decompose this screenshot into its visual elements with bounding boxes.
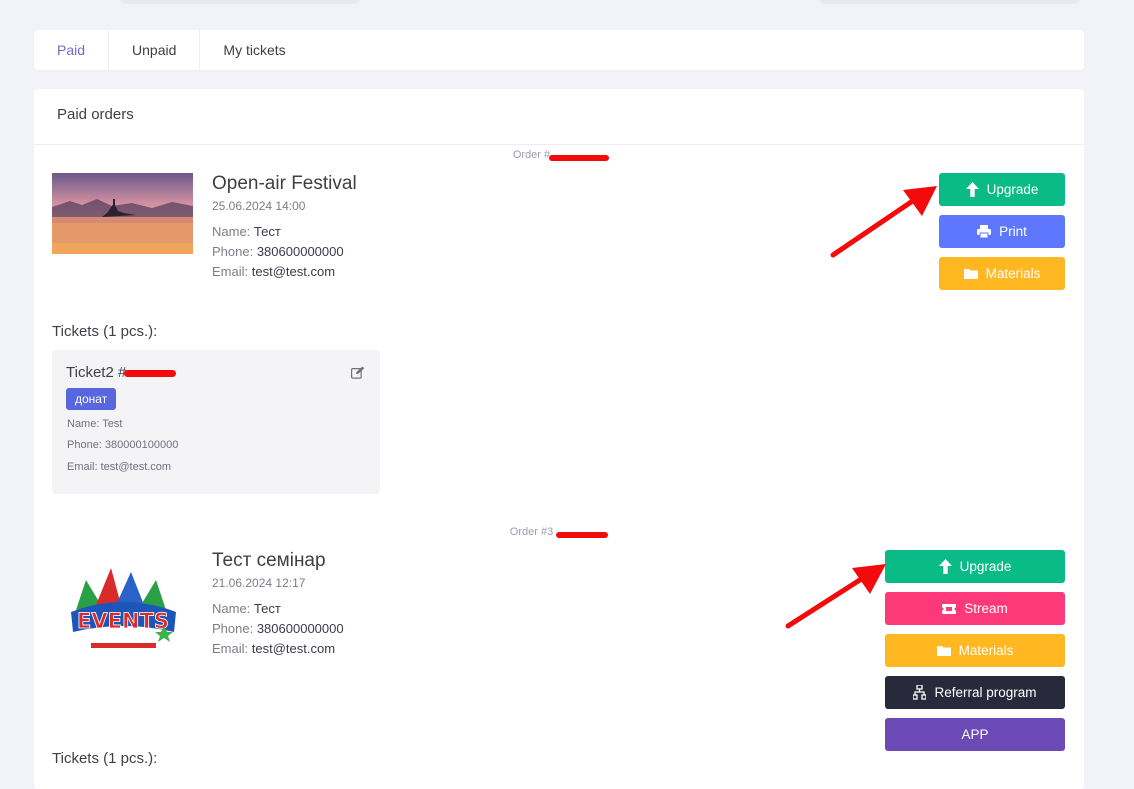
ticket-holder-email: Email: test@test.com bbox=[67, 461, 172, 473]
tickets-count-label: Tickets (1 pcs.): bbox=[52, 323, 158, 340]
upgrade-button[interactable]: Upgrade bbox=[885, 550, 1065, 583]
materials-button[interactable]: Materials bbox=[939, 257, 1065, 290]
print-button[interactable]: Print bbox=[939, 215, 1065, 248]
ticket-holder-phone: Phone: 380000100000 bbox=[67, 439, 179, 451]
edit-icon[interactable] bbox=[351, 366, 365, 384]
redaction-mark bbox=[556, 532, 608, 538]
printer-icon bbox=[977, 225, 992, 238]
annotation-arrow bbox=[830, 186, 937, 258]
ticket-card: Ticket2 # донат Name: Test Phone: 380000… bbox=[52, 350, 380, 494]
section-title: Paid orders bbox=[34, 89, 1084, 145]
tab-paid[interactable]: Paid bbox=[34, 30, 110, 70]
top-decoration bbox=[120, 0, 360, 4]
buyer-info: Name: Тест Phone: 380600000000 Email: te… bbox=[212, 224, 344, 279]
upgrade-button[interactable]: Upgrade bbox=[939, 173, 1065, 206]
tab-unpaid[interactable]: Unpaid bbox=[109, 30, 201, 70]
ticket-holder-name: Name: Test bbox=[67, 418, 123, 430]
arrow-up-icon bbox=[938, 559, 952, 574]
event-logo: EVENTS bbox=[56, 550, 191, 660]
materials-button[interactable]: Materials bbox=[885, 634, 1065, 667]
arrow-up-icon bbox=[965, 182, 979, 197]
event-date: 25.06.2024 14:00 bbox=[212, 199, 306, 213]
annotation-arrow bbox=[785, 564, 886, 629]
ticket-title: Ticket2 # bbox=[66, 364, 127, 381]
referral-icon bbox=[913, 685, 927, 700]
top-decoration bbox=[820, 0, 1080, 4]
referral-program-button[interactable]: Referral program bbox=[885, 676, 1065, 709]
tickets-count-label: Tickets (1 pcs.): bbox=[52, 750, 158, 767]
event-image bbox=[52, 173, 193, 254]
ticket-icon bbox=[942, 603, 957, 614]
event-date: 21.06.2024 12:17 bbox=[212, 576, 306, 590]
event-title: Тест семінар bbox=[212, 550, 326, 571]
event-title: Open-air Festival bbox=[212, 173, 357, 194]
tab-my-tickets[interactable]: My tickets bbox=[200, 30, 308, 70]
order-tabs: Paid Unpaid My tickets bbox=[34, 30, 1084, 70]
folder-icon bbox=[936, 645, 951, 656]
redaction-mark bbox=[549, 155, 609, 161]
ticket-type-badge: донат bbox=[66, 388, 117, 410]
logo-text: EVENTS bbox=[77, 609, 169, 633]
folder-icon bbox=[963, 268, 978, 279]
app-button[interactable]: APP bbox=[885, 718, 1065, 751]
redaction-mark bbox=[124, 370, 176, 377]
stream-button[interactable]: Stream bbox=[885, 592, 1065, 625]
buyer-info: Name: Тест Phone: 380600000000 Email: te… bbox=[212, 601, 344, 656]
